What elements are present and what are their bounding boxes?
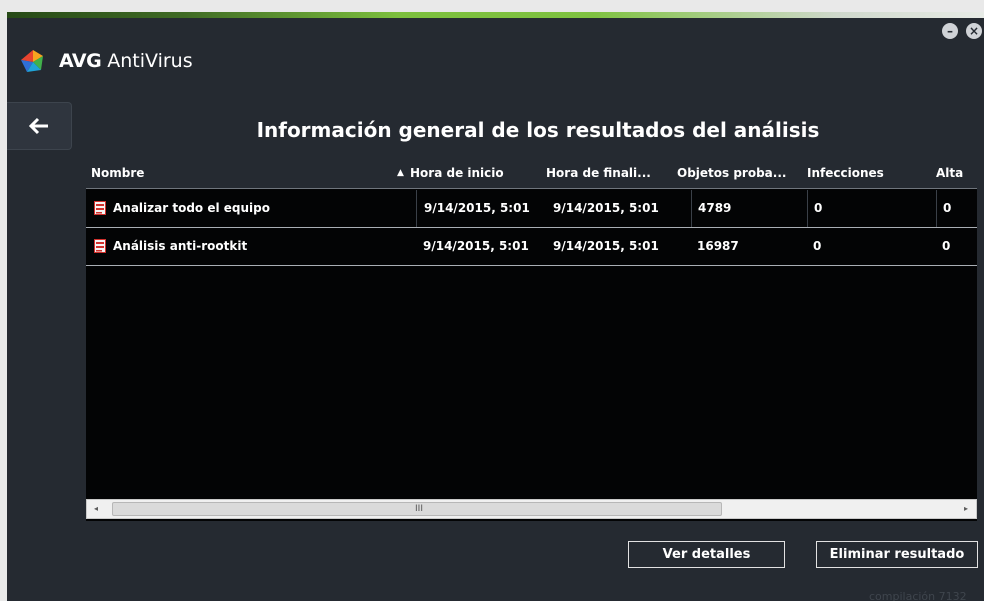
brand-avg-text: AVG (59, 50, 102, 72)
row-infections: 0 (813, 239, 822, 253)
column-header-hora-finalizacion[interactable]: Hora de finali... (546, 159, 672, 188)
view-details-button[interactable]: Ver detalles (628, 541, 785, 568)
column-header-nombre[interactable]: Nombre (91, 159, 391, 188)
row-end-time: 9/14/2015, 5:01 (553, 201, 659, 215)
column-header-objetos-probados[interactable]: Objetos proba... (677, 159, 802, 188)
row-objects-tested: 16987 (697, 239, 739, 253)
top-accent-strip (7, 12, 984, 18)
scroll-left-icon[interactable]: ◂ (87, 500, 105, 518)
minimize-button[interactable]: – (942, 23, 958, 39)
report-document-icon (94, 239, 106, 253)
row-objects-tested: 4789 (691, 190, 808, 227)
row-high: 0 (936, 190, 978, 227)
column-header-hora-inicio[interactable]: Hora de inicio (410, 159, 536, 188)
close-icon: × (968, 24, 980, 38)
table-row[interactable]: Analizar todo el equipo 9/14/2015, 5:01 … (86, 190, 977, 228)
build-label: compilación 7132 (869, 590, 967, 601)
delete-result-button[interactable]: Eliminar resultado (816, 541, 978, 568)
row-start-time: 9/14/2015, 5:01 (416, 190, 552, 227)
row-end-time: 9/14/2015, 5:01 (553, 239, 659, 253)
row-high: 0 (942, 239, 951, 253)
avg-logo-icon (21, 50, 43, 72)
row-start-time: 9/14/2015, 5:01 (423, 239, 529, 253)
app-window: AVG AntiVirus – × Información general de… (7, 12, 984, 601)
row-infections: 0 (807, 190, 924, 227)
grip-icon: III (415, 504, 423, 514)
column-header-alta[interactable]: Alta (936, 159, 976, 188)
sort-ascending-icon: ▲ (397, 168, 404, 178)
report-document-icon (94, 201, 106, 215)
minimize-icon: – (947, 24, 953, 38)
results-table: Nombre ▲ Hora de inicio Hora de finali..… (86, 159, 977, 521)
table-header: Nombre ▲ Hora de inicio Hora de finali..… (86, 159, 977, 189)
brand-logo: AVG AntiVirus (19, 46, 193, 76)
row-name: Analizar todo el equipo (113, 201, 270, 215)
close-button[interactable]: × (966, 23, 982, 39)
table-row[interactable]: Análisis anti-rootkit 9/14/2015, 5:01 9/… (86, 228, 977, 266)
scrollbar-thumb[interactable]: III (112, 502, 722, 516)
horizontal-scrollbar[interactable]: ◂ III ▸ (86, 499, 977, 519)
app-name: AntiVirus (107, 50, 193, 72)
row-name: Análisis anti-rootkit (113, 239, 248, 253)
page-title: Información general de los resultados de… (256, 118, 820, 142)
scroll-right-icon[interactable]: ▸ (957, 500, 975, 518)
column-header-infecciones[interactable]: Infecciones (807, 159, 929, 188)
